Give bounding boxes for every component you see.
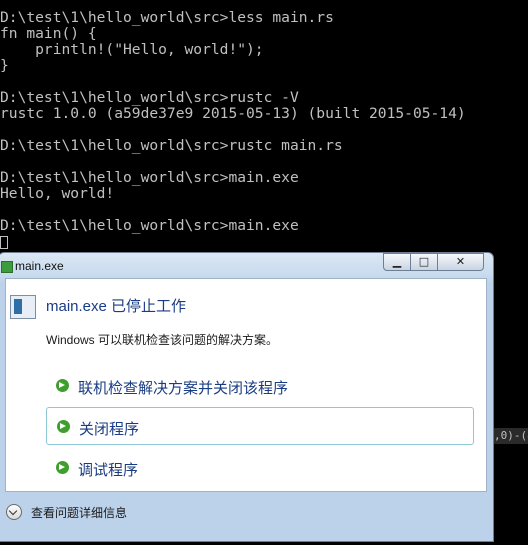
console-line: fn main() { bbox=[0, 25, 97, 42]
console-line: println!("Hello, world!"); bbox=[0, 41, 264, 58]
maximize-button[interactable]: □ bbox=[411, 253, 438, 271]
debug-program-option[interactable]: 调试程序 bbox=[46, 449, 474, 487]
console-line: } bbox=[0, 57, 9, 74]
green-arrow-icon bbox=[56, 379, 69, 392]
check-online-and-close-option[interactable]: 联机检查解决方案并关闭该程序 bbox=[46, 367, 474, 405]
dialog-heading: main.exe 已停止工作 bbox=[46, 298, 187, 315]
option-label: 调试程序 bbox=[78, 462, 139, 479]
program-window-icon bbox=[10, 295, 36, 319]
console-line: D:\test\1\hello_world\src>main.exe bbox=[0, 217, 299, 234]
text-cursor bbox=[0, 236, 8, 249]
dialog-titlebar[interactable]: main.exe ▁ □ ✕ bbox=[0, 253, 493, 279]
green-arrow-icon bbox=[57, 420, 70, 433]
window-title: main.exe bbox=[15, 259, 64, 273]
error-dialog: main.exe ▁ □ ✕ main.exe 已停止工作 Windows 可以… bbox=[0, 252, 494, 542]
minimize-button[interactable]: ▁ bbox=[383, 253, 411, 271]
console-line: rustc 1.0.0 (a59de37e9 2015-05-13) (buil… bbox=[0, 105, 466, 122]
console-line: D:\test\1\hello_world\src>rustc main.rs bbox=[0, 137, 343, 154]
app-icon bbox=[1, 261, 13, 273]
chevron-down-icon[interactable] bbox=[6, 504, 22, 520]
view-problem-details-link[interactable]: 查看问题详细信息 bbox=[31, 504, 127, 521]
console-status-fragment: ,0)-(8 bbox=[494, 428, 528, 444]
close-button[interactable]: ✕ bbox=[438, 253, 484, 271]
console-line: D:\test\1\hello_world\src>main.exe bbox=[0, 169, 299, 186]
option-label: 关闭程序 bbox=[79, 421, 140, 438]
console-line: D:\test\1\hello_world\src>less main.rs bbox=[0, 9, 334, 26]
dialog-footer: 查看问题详细信息 bbox=[0, 493, 493, 543]
green-arrow-icon bbox=[56, 461, 69, 474]
console-line: D:\test\1\hello_world\src>rustc -V bbox=[0, 89, 299, 106]
close-program-option[interactable]: 关闭程序 bbox=[46, 407, 474, 445]
console-line: Hello, world! bbox=[0, 185, 115, 202]
dialog-content: main.exe 已停止工作 Windows 可以联机检查该问题的解决方案。 联… bbox=[5, 278, 487, 492]
option-label: 联机检查解决方案并关闭该程序 bbox=[78, 380, 289, 397]
dialog-description: Windows 可以联机检查该问题的解决方案。 bbox=[46, 333, 279, 347]
